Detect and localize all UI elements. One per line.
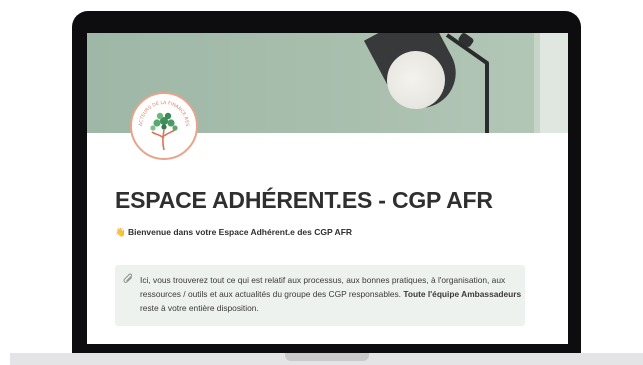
callout-text-bold: Toute l'équipe Ambassadeurs	[403, 289, 522, 299]
page-screen: ACTEURS DE LA FINANCE RESPONSABLE ESPACE…	[87, 33, 568, 344]
tree-logo-icon: ACTEURS DE LA FINANCE RESPONSABLE	[132, 94, 190, 151]
page-icon-logo[interactable]: ACTEURS DE LA FINANCE RESPONSABLE	[130, 92, 198, 160]
lamp-pole	[485, 63, 489, 133]
cover-wall-edge	[540, 33, 568, 133]
info-callout: Ici, vous trouverez tout ce qui est rela…	[115, 265, 525, 326]
paperclip-icon	[123, 273, 134, 288]
callout-text-end: reste à votre entière disposition.	[140, 303, 259, 313]
cover-wall-shadow	[534, 33, 540, 133]
page-title: ESPACE ADHÉRENT.ES - CGP AFR	[115, 187, 493, 213]
welcome-text: Bienvenue dans votre Espace Adhérent.e d…	[127, 227, 353, 237]
callout-text: Ici, vous trouverez tout ce qui est rela…	[140, 273, 525, 315]
wave-emoji-icon: 👋	[115, 227, 126, 237]
welcome-line: 👋 Bienvenue dans votre Espace Adhérent.e…	[115, 227, 352, 238]
laptop-notch	[285, 353, 369, 361]
